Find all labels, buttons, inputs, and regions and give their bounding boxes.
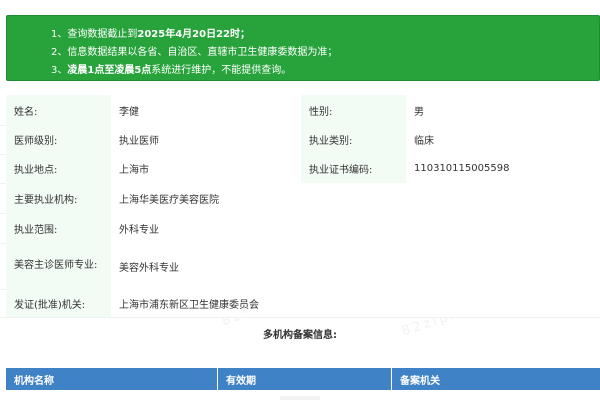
org-value: 上海华美医疗美容医院 (111, 183, 600, 213)
info-row-level: 医师级别: 执业医师 执业类别: 临床 (0, 125, 600, 155)
info-row-org: 主要执业机构: 上海华美医疗美容医院 (0, 183, 600, 214)
gender-value: 男 (406, 95, 600, 125)
info-row-scope: 执业范围: 外科专业 (0, 213, 600, 244)
notice-banner: 1、查询数据截止到2025年4月20日22时； 2、信息数据结果以各省、自治区、… (6, 15, 600, 81)
cert-label: 执业证书编码: (301, 154, 406, 183)
scope-value: 外科专业 (111, 213, 600, 243)
scope-label: 执业范围: (6, 213, 111, 243)
level-label: 医师级别: (6, 125, 111, 154)
notice-line-2: 2、信息数据结果以各省、自治区、直辖市卫生健康委数据为准； (51, 47, 338, 58)
faint-table-text (280, 396, 320, 400)
org-label: 主要执业机构: (6, 183, 111, 213)
info-row-issuer: 发证(批准)机关: 上海市浦东新区卫生健康委员会 (0, 289, 600, 318)
beauty-label: 美容主诊医师专业: (6, 243, 111, 289)
type-label: 执业类别: (301, 125, 406, 154)
column-header-institution: 机构名称 (6, 368, 218, 390)
type-value: 临床 (406, 125, 600, 154)
notice-line-3: 3、凌晨1点至凌晨5点系统进行维护，不能提供查询。 (51, 65, 292, 76)
level-value: 执业医师 (111, 125, 301, 154)
beauty-value: 美容外科专业 (111, 243, 600, 289)
name-label: 姓名: (6, 95, 111, 125)
notice-line-1: 1、查询数据截止到2025年4月20日22时； (51, 29, 250, 40)
multi-institution-table-header: 机构名称 有效期 备案机关 (6, 368, 600, 390)
column-header-authority: 备案机关 (400, 375, 440, 387)
place-value: 上海市 (111, 154, 301, 183)
gender-label: 性别: (301, 95, 406, 125)
name-value: 李健 (111, 95, 301, 125)
place-label: 执业地点: (6, 154, 111, 183)
cert-value: 110310115005598 (406, 154, 600, 183)
column-header-validity: 有效期 (218, 368, 392, 390)
info-row-beauty: 美容主诊医师专业: 美容外科专业 (0, 243, 600, 290)
issuer-value: 上海市浦东新区卫生健康委员会 (111, 289, 600, 317)
info-row-place: 执业地点: 上海市 执业证书编码: 110310115005598 (0, 154, 600, 184)
info-row-name: 姓名: 李健 性别: 男 (0, 95, 600, 126)
multi-institution-title: 多机构备案信息: (263, 330, 337, 341)
issuer-label: 发证(批准)机关: (6, 289, 111, 317)
